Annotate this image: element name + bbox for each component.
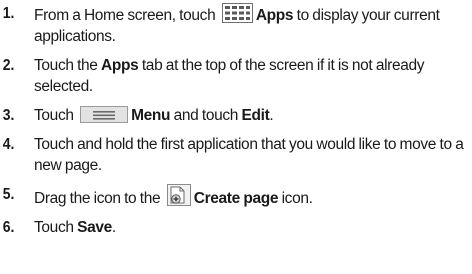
step-text: Drag the icon to the Create page icon. [34,184,470,209]
step-text-pre: Touch the [34,57,102,74]
step-text-pre: Drag the icon to the [34,190,164,207]
instruction-step: 2. Touch the Apps tab at the top of the … [0,55,472,97]
step-number: 3. [2,107,15,124]
instruction-list: 1. From a Home screen, touch Apps to dis… [0,0,472,238]
instruction-step: 6. Touch Save. [0,217,472,238]
instruction-step: 4. Touch and hold the first application … [0,134,472,176]
step-bold-2: Edit [241,107,270,124]
step-text-pre: From a Home screen, touch [34,7,219,24]
step-text-pre: Touch [34,219,78,236]
step-text-post: icon. [278,190,313,207]
instruction-step: 1. From a Home screen, touch Apps to dis… [0,3,472,47]
step-text-post: . [111,219,116,236]
step-text-pre: Touch [34,107,78,124]
menu-icon [80,106,129,123]
step-bold: Apps [101,57,139,74]
step-bold: Create page [193,190,279,207]
step-text: Touch Menu and touch Edit. [34,105,470,126]
step-text: From a Home screen, touch Apps to displa… [34,3,470,47]
step-bold: Apps [255,7,294,24]
step-bold: Menu [131,107,171,124]
step-text: Touch and hold the first application tha… [34,136,464,174]
apps-grid-icon [221,3,253,23]
step-text-mid: and touch [170,107,242,124]
step-number: 1. [2,5,15,22]
step-text: Touch the Apps tab at the top of the scr… [34,55,470,97]
step-number: 5. [2,186,15,203]
step-number: 6. [2,219,15,236]
step-number: 2. [2,57,15,74]
create-page-icon [166,184,191,206]
step-number: 4. [2,136,15,153]
step-text-post: . [269,107,274,124]
instruction-step: 3. Touch Menu and touch Edit. [0,105,472,126]
instruction-step: 5. Drag the icon to the Create page icon… [0,184,472,209]
step-bold: Save [77,219,112,236]
step-text: Touch Save. [34,217,470,238]
